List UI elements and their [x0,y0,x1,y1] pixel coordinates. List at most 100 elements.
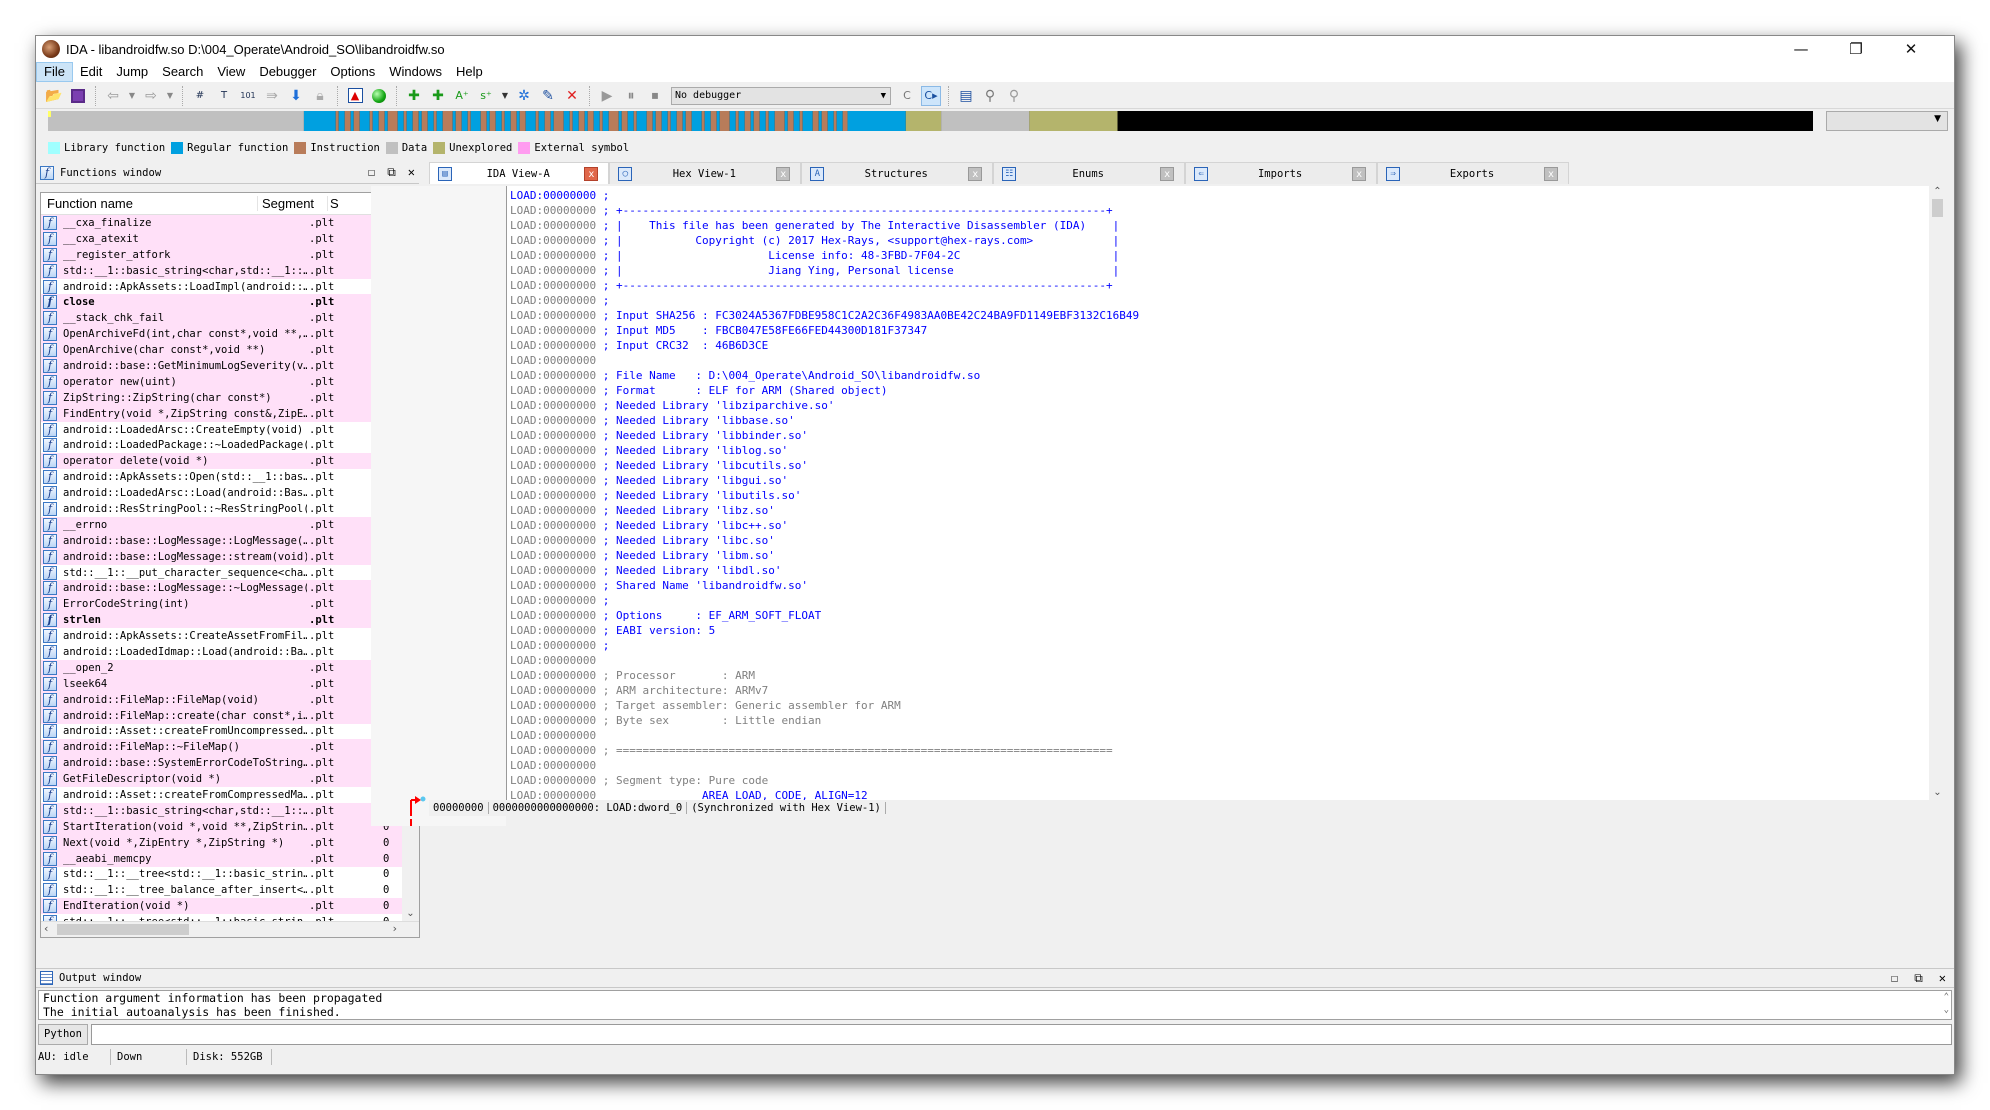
function-row[interactable]: f android::LoadedArsc::Load(android::Bas…… [41,485,419,501]
disasm-line[interactable]: LOAD:00000000 AREA LOAD, CODE, ALIGN=12 [510,788,1139,800]
minimize-button[interactable]: — [1778,36,1824,62]
functions-horizontal-scrollbar[interactable]: ‹ › [41,921,419,937]
function-row[interactable]: f std::__1::__tree<std::__1::basic_strin…… [41,867,419,883]
debugger-select[interactable]: No debugger ▼ [671,86,891,105]
function-row[interactable]: f OpenArchiveFd(int,char const*,void **,…… [41,326,419,343]
add-trace-icon[interactable]: ⚲ [980,86,1000,106]
tab-enums[interactable]: ☷ Enums x [993,162,1186,184]
function-row[interactable]: f FindEntry(void *,ZipString const&,ZipE…… [41,405,419,422]
pause-icon[interactable]: ⏸ [621,86,641,106]
restore-button[interactable]: ❐ [1833,36,1879,62]
close-tab-icon[interactable]: x [1544,166,1558,181]
menu-debugger[interactable]: Debugger [252,62,323,82]
menu-view[interactable]: View [210,62,252,82]
disasm-line[interactable]: LOAD:00000000 ; [510,188,1139,203]
play-icon[interactable]: ▶ [597,86,617,106]
disasm-line[interactable]: LOAD:00000000 ; +-----------------------… [510,278,1139,293]
function-row[interactable]: f android::LoadedPackage::~LoadedPackage(… [41,437,419,453]
green-circle-icon[interactable] [369,86,389,106]
function-row[interactable]: f android::FileMap::create(char const*,i…… [41,707,419,724]
function-row[interactable]: f std::__1::basic_string<char,std::__1::…… [41,802,419,819]
disasm-line[interactable]: LOAD:00000000 ; Needed Library 'libz.so' [510,503,1139,518]
create-struct-icon[interactable]: ✲ [514,86,534,106]
scroll-up-icon[interactable]: ⌃ [1929,186,1946,197]
scroll-down-icon[interactable]: ⌄ [402,908,419,919]
disasm-line[interactable]: LOAD:00000000 [510,653,1139,668]
output-log[interactable]: Function argument information has been p… [38,990,1952,1020]
close-tab-icon[interactable]: x [968,166,983,181]
close-button[interactable]: ✕ [1888,36,1934,62]
disasm-line[interactable]: LOAD:00000000 ; EABI version: 5 [510,623,1139,638]
disasm-line[interactable]: LOAD:00000000 ; | This file has been gen… [510,218,1139,233]
disasm-line[interactable]: LOAD:00000000 ; Target assembler: Generi… [510,698,1139,713]
search-binary-icon[interactable]: 101 [238,86,258,106]
scroll-down-icon[interactable]: ⌄ [1929,787,1946,798]
scroll-thumb[interactable] [57,924,189,935]
disasm-line[interactable]: LOAD:00000000 ; Needed Library 'libm.so' [510,548,1139,563]
column-function-name[interactable]: Function name [41,196,257,211]
function-row[interactable]: f android::Asset::createFromUncompressed…… [41,724,419,740]
disasm-line[interactable]: LOAD:00000000 ; Needed Library 'libzipar… [510,398,1139,413]
string-dropdown-icon[interactable]: ▼ [500,86,510,106]
tab-hex-view-1[interactable]: ◯ Hex View-1 x [609,162,802,184]
disasm-line[interactable]: LOAD:00000000 ; Processor : ARM [510,668,1139,683]
tab-ida-view-a[interactable]: ▤ IDA View-A x [429,162,610,184]
scroll-left-icon[interactable]: ‹ [44,922,48,935]
menu-windows[interactable]: Windows [382,62,449,82]
disasm-line[interactable]: LOAD:00000000 ; Options : EF_ARM_SOFT_FL… [510,608,1139,623]
back-dropdown-icon[interactable]: ▼ [127,86,137,106]
disasm-line[interactable]: LOAD:00000000 ; Needed Library 'libgui.s… [510,473,1139,488]
ida-view-a[interactable]: LOAD:00000000 ; LOAD:00000000 ; +--------… [506,186,1946,800]
python-input[interactable] [90,1023,1952,1045]
function-row[interactable]: f android::LoadedIdmap::Load(android::Ba…… [41,644,419,660]
navband-cursor[interactable] [48,111,51,117]
disasm-line[interactable]: LOAD:00000000 ; ARM architecture: ARMv7 [510,683,1139,698]
menu-search[interactable]: Search [155,62,210,82]
function-row[interactable]: f android::LoadedArsc::CreateEmpty(void).… [41,422,419,438]
maximize-panel-icon[interactable]: ☐ [368,165,375,180]
disasm-line[interactable]: LOAD:00000000 ; Needed Library 'libc++.s… [510,518,1139,533]
function-row[interactable]: f__stack_chk_fail.plt0 [41,310,419,327]
menu-file[interactable]: File [36,62,73,82]
disasm-line[interactable]: LOAD:00000000 ; Needed Library 'liblog.s… [510,443,1139,458]
function-row[interactable]: foperator delete(void *).plt0 [41,453,419,470]
create-data-icon[interactable]: ✚ [428,86,448,106]
close-tab-icon[interactable]: x [776,166,791,181]
scroll-right-icon[interactable]: › [393,922,397,935]
function-row[interactable]: f__open_2.plt0 [41,659,419,676]
disasm-line[interactable]: LOAD:00000000 [510,758,1139,773]
function-row[interactable]: f android::Asset::createFromCompressedMa…… [41,787,419,803]
tab-imports[interactable]: ⇐ Imports x [1185,162,1378,184]
function-row[interactable]: f std::__1::basic_string<char,std::__1::…… [41,262,419,279]
function-row[interactable]: f android::base::LogMessage::stream(void)… [41,548,419,565]
function-row[interactable]: f android::base::SystemErrorCodeToString…… [41,755,419,772]
breakpoint-icon[interactable]: ▤ [956,86,976,106]
graph-icon[interactable]: ▲ [345,86,365,106]
function-row[interactable]: f Next(void *,ZipEntry *,ZipString *) .plt… [41,834,419,851]
disasm-line[interactable]: LOAD:00000000 ; Needed Library 'libcutil… [510,458,1139,473]
disasm-line[interactable]: LOAD:00000000 ; [510,593,1139,608]
forward-icon[interactable]: ⇨ [141,86,161,106]
function-row[interactable]: fGetFileDescriptor(void *).plt0 [41,771,419,788]
save-icon[interactable] [68,86,88,106]
function-row[interactable]: fclose.plt0 [41,294,419,311]
tab-exports[interactable]: ⇒ Exports x [1377,162,1569,184]
disasm-line[interactable]: LOAD:00000000 ; Input MD5 : FBCB047E58FE… [510,323,1139,338]
edit-icon[interactable]: ✎ [538,86,558,106]
function-row[interactable]: fstrlen.plt0 [41,612,419,629]
disasm-line[interactable]: LOAD:00000000 ; Format : ELF for ARM (Sh… [510,383,1139,398]
back-icon[interactable]: ⇦ [103,86,123,106]
undefine-icon[interactable]: ✕ [562,86,582,106]
function-row[interactable]: f std::__1::__tree_balance_after_insert<…… [41,882,419,898]
function-row[interactable]: f__cxa_finalize.plt0 [41,215,419,231]
function-row[interactable]: f__errno.plt0 [41,516,419,533]
step-c-icon[interactable]: C [897,86,917,106]
function-row[interactable]: fErrorCodeString(int).plt0 [41,596,419,613]
disasm-line[interactable]: LOAD:00000000 ; Needed Library 'libutils… [510,488,1139,503]
python-button[interactable]: Python [38,1023,88,1045]
create-string-icon[interactable]: s⁺ [476,86,496,106]
function-row[interactable]: f android::base::LogMessage::LogMessage(…… [41,532,419,549]
menu-jump[interactable]: Jump [109,62,155,82]
disasm-line[interactable]: LOAD:00000000 ; Needed Library 'libdl.so… [510,563,1139,578]
function-row[interactable]: flseek64.plt0 [41,675,419,692]
